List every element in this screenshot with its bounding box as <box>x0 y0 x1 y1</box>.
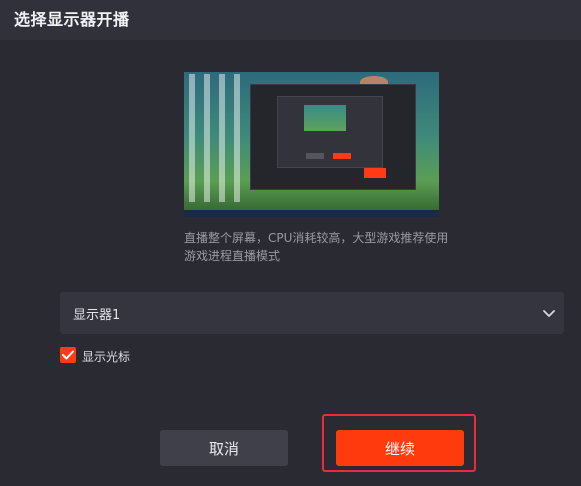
preview-button-gray <box>306 153 324 159</box>
desktop-icons-preview <box>186 74 246 202</box>
show-cursor-label: 显示光标 <box>82 350 131 364</box>
preview-button-red <box>333 153 351 159</box>
show-cursor-checkbox[interactable] <box>60 347 76 363</box>
cancel-button[interactable]: 取消 <box>160 430 288 466</box>
chevron-down-icon <box>542 305 556 319</box>
dialog-title: 选择显示器开播 <box>14 10 130 29</box>
monitor-select[interactable]: 显示器1 <box>60 292 564 334</box>
mode-description: 直播整个屏幕，CPU消耗较高，大型游戏推荐使用游戏进程直播模式 <box>184 231 449 263</box>
preview-start-button <box>364 168 386 178</box>
dialog-header: 选择显示器开播 <box>0 0 581 40</box>
monitor-select-value: 显示器1 <box>73 308 121 323</box>
preview-dialog <box>277 96 383 168</box>
preview-taskbar <box>184 210 439 217</box>
screen-preview-image <box>184 72 439 217</box>
continue-button[interactable]: 继续 <box>336 430 464 466</box>
preview-thumbnail <box>304 105 346 131</box>
checkmark-icon <box>62 350 74 360</box>
